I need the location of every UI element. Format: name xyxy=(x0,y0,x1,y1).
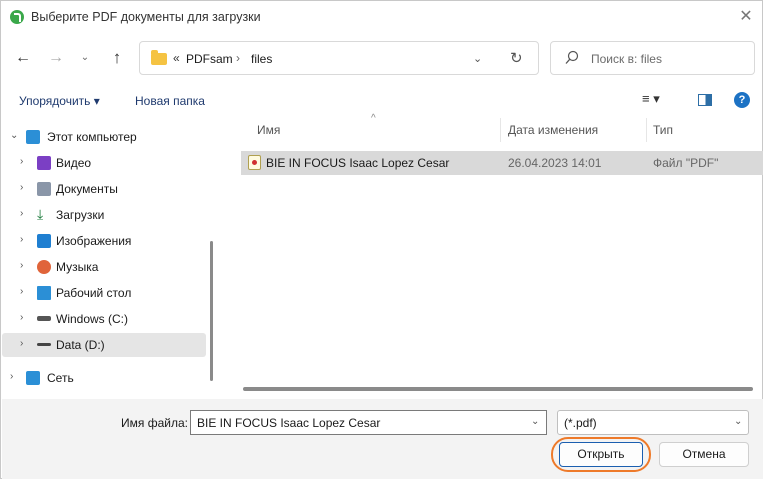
organize-button[interactable]: Упорядочить ▾ xyxy=(19,94,100,108)
folder-icon xyxy=(151,50,167,65)
nav-label-downloads: Загрузки xyxy=(56,208,105,222)
computer-icon xyxy=(26,130,40,144)
nav-this-pc[interactable]: ⌄ Этот компьютер xyxy=(2,125,206,149)
chevron-right-icon[interactable]: › xyxy=(20,338,23,349)
chevron-right-icon[interactable]: › xyxy=(20,208,23,219)
navigation-pane: ⌄ Этот компьютер › Видео › Документы › ⤓… xyxy=(2,116,221,399)
nav-label-data-drive: Data (D:) xyxy=(56,338,105,352)
chevron-down-icon[interactable]: ⌄ xyxy=(10,130,18,141)
chevron-right-icon[interactable]: › xyxy=(20,182,23,193)
column-header-row: ^ Имя Дата изменения Тип xyxy=(227,113,763,144)
chevron-right-icon[interactable]: › xyxy=(10,371,13,382)
file-type-select[interactable]: (*.pdf) ⌄ xyxy=(557,410,749,435)
chevron-right-icon[interactable]: › xyxy=(20,156,23,167)
chevron-down-icon[interactable]: ⌄ xyxy=(734,416,742,427)
preview-pane-icon[interactable] xyxy=(698,94,712,106)
back-arrow-icon[interactable]: ← xyxy=(14,48,32,68)
help-icon[interactable]: ? xyxy=(734,92,750,108)
column-divider[interactable] xyxy=(646,118,647,142)
filename-value: BIE IN FOCUS Isaac Lopez Cesar xyxy=(197,416,381,430)
network-icon xyxy=(26,371,40,385)
window-title: Выберите PDF документы для загрузки xyxy=(31,10,261,24)
new-folder-button[interactable]: Новая папка xyxy=(135,94,205,108)
close-button[interactable]: ✕ xyxy=(734,5,758,29)
breadcrumb-overflow[interactable]: « xyxy=(173,51,180,65)
nav-item-downloads[interactable]: › ⤓ Загрузки xyxy=(2,203,206,227)
search-icon xyxy=(565,50,579,64)
breadcrumb-files[interactable]: files xyxy=(251,52,272,66)
file-name: BIE IN FOCUS Isaac Lopez Cesar xyxy=(266,156,450,170)
column-date[interactable]: Дата изменения xyxy=(508,123,598,137)
horizontal-scrollbar[interactable] xyxy=(243,387,753,391)
chevron-down-icon[interactable]: ⌄ xyxy=(531,416,539,427)
file-list: ^ Имя Дата изменения Тип BIE IN FOCUS Is… xyxy=(227,113,763,399)
nav-item-windows-drive[interactable]: › Windows (C:) xyxy=(2,307,206,331)
breadcrumb-pdfsam[interactable]: PDFsam xyxy=(186,52,233,66)
nav-item-pictures[interactable]: › Изображения xyxy=(2,229,206,253)
column-divider[interactable] xyxy=(500,118,501,142)
search-input[interactable]: Поиск в: files xyxy=(550,41,755,75)
video-icon xyxy=(37,156,51,170)
file-type: Файл "PDF" xyxy=(653,156,719,170)
recent-locations-chevron-icon[interactable]: ⌄ xyxy=(79,50,91,66)
nav-label-video: Видео xyxy=(56,156,92,170)
forward-arrow-icon[interactable]: → xyxy=(47,48,65,68)
nav-item-documents[interactable]: › Документы xyxy=(2,177,206,201)
up-arrow-icon[interactable]: ↑ xyxy=(107,47,127,69)
title-bar: Выберите PDF документы для загрузки ✕ xyxy=(1,1,762,33)
filename-label: Имя файла: xyxy=(121,416,188,430)
sort-ascending-icon: ^ xyxy=(371,113,376,124)
breadcrumb-separator-icon[interactable]: › xyxy=(236,51,240,65)
desktop-icon xyxy=(37,286,51,300)
file-row[interactable]: BIE IN FOCUS Isaac Lopez Cesar 26.04.202… xyxy=(241,151,763,175)
address-bar[interactable]: « PDFsam › files ⌄ ↻ xyxy=(139,41,539,75)
nav-label-pictures: Изображения xyxy=(56,234,132,248)
filename-input[interactable]: BIE IN FOCUS Isaac Lopez Cesar ⌄ xyxy=(190,410,547,435)
open-button[interactable]: Открыть xyxy=(559,442,643,467)
search-placeholder: Поиск в: files xyxy=(591,52,662,66)
view-options-button[interactable]: ≡ ▾ xyxy=(642,91,672,111)
file-open-dialog: Выберите PDF документы для загрузки ✕ ← … xyxy=(0,0,763,479)
column-type[interactable]: Тип xyxy=(653,123,673,137)
nav-label-music: Музыка xyxy=(56,260,99,274)
nav-item-video[interactable]: › Видео xyxy=(2,151,206,175)
nav-scrollbar[interactable] xyxy=(210,241,213,381)
windows-drive-icon xyxy=(37,316,51,321)
file-type-value: (*.pdf) xyxy=(564,416,597,430)
nav-label-desktop: Рабочий стол xyxy=(56,286,132,300)
chevron-right-icon[interactable]: › xyxy=(20,312,23,323)
nav-item-desktop[interactable]: › Рабочий стол xyxy=(2,281,206,305)
nav-label-network: Сеть xyxy=(47,371,74,385)
refresh-icon[interactable]: ↻ xyxy=(510,49,523,67)
pictures-icon xyxy=(37,234,51,248)
chevron-right-icon[interactable]: › xyxy=(20,234,23,245)
nav-item-music[interactable]: › Музыка xyxy=(2,255,206,279)
address-dropdown-icon[interactable]: ⌄ xyxy=(473,52,482,65)
nav-item-network[interactable]: › Сеть xyxy=(2,366,206,390)
chevron-right-icon[interactable]: › xyxy=(20,260,23,271)
nav-item-data-drive[interactable]: › Data (D:) xyxy=(2,333,206,357)
column-name[interactable]: Имя xyxy=(257,123,280,137)
pdf-file-icon xyxy=(248,155,261,170)
chevron-right-icon[interactable]: › xyxy=(20,286,23,297)
app-icon xyxy=(10,10,24,24)
cancel-button[interactable]: Отмена xyxy=(659,442,749,467)
nav-label-windows-drive: Windows (C:) xyxy=(56,312,129,326)
downloads-icon: ⤓ xyxy=(37,206,44,222)
file-date: 26.04.2023 14:01 xyxy=(508,156,602,170)
nav-label-this-pc: Этот компьютер xyxy=(47,130,137,144)
data-drive-icon xyxy=(37,343,51,346)
dialog-footer: Имя файла: BIE IN FOCUS Isaac Lopez Cesa… xyxy=(2,399,763,479)
documents-icon xyxy=(37,182,51,196)
music-icon xyxy=(37,260,51,274)
nav-label-documents: Документы xyxy=(56,182,118,196)
